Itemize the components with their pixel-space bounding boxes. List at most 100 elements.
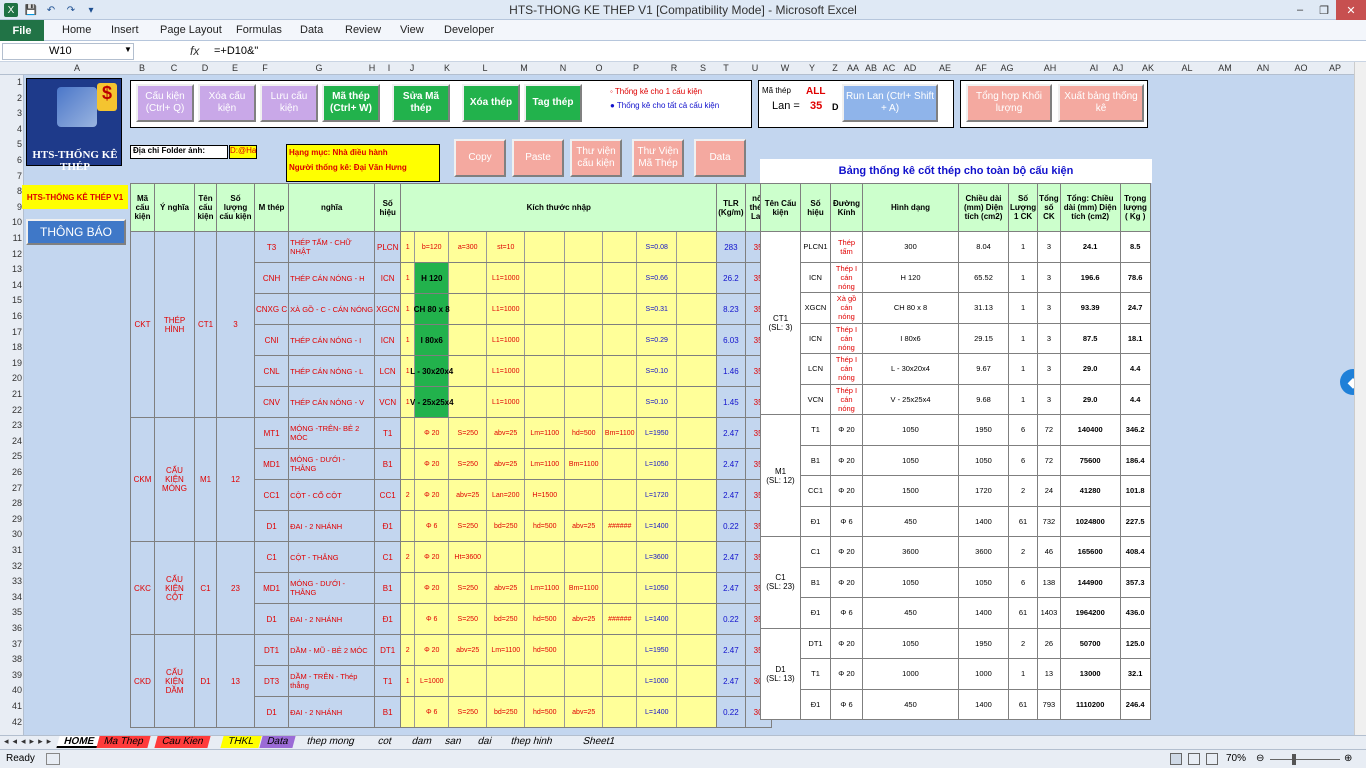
dimension-cell[interactable]: L=3600 [637,542,678,572]
dimension-cell[interactable] [603,263,638,293]
dimension-cell[interactable]: S=250 [449,418,488,448]
column-header[interactable]: D [194,63,216,73]
dimension-cell[interactable]: L1=1000 [487,387,526,417]
dimension-cell[interactable] [449,387,488,417]
column-header[interactable]: AH [1020,63,1080,73]
dimension-cell[interactable] [603,480,638,510]
dimension-cell[interactable]: L1=1000 [487,325,526,355]
dimension-cell[interactable]: I 80x6 [415,325,450,355]
dimension-cell[interactable]: L1=1000 [487,263,526,293]
top-button-6[interactable]: Xóa thép [462,84,520,122]
dimension-cell[interactable]: a=300 [449,232,488,262]
dimension-cell[interactable]: Lm=1100 [525,418,566,448]
row-header[interactable]: 28 [0,498,22,508]
dimension-cell[interactable] [449,356,488,386]
worksheet-area[interactable]: $ HTS-THỐNG KÊ THÉP HTS-THỐNG KÊ THÉP V1… [22,75,1366,735]
group-meaning[interactable]: CẤU KIỆN MÓNG [154,417,195,542]
steel-number[interactable]: XGCN [374,293,402,325]
lan-value[interactable]: 35 [810,100,822,112]
dimension-cell[interactable]: S=0.08 [637,232,678,262]
steel-number[interactable]: DT1 [374,634,402,666]
dimension-cell[interactable]: Bm=1100 [565,449,604,479]
dimension-cell[interactable]: L=1400 [637,697,678,727]
row-header[interactable]: 30 [0,529,22,539]
sheet-tab-data[interactable]: Data [259,736,296,748]
dimension-cell[interactable]: S=0.10 [637,356,678,386]
dimension-cell[interactable] [449,325,488,355]
row-header[interactable]: 6 [0,155,22,165]
column-header[interactable]: H [362,63,382,73]
sheet-tab-thep-hinh[interactable]: thep hinh [503,736,560,748]
steel-number[interactable]: B1 [374,572,402,604]
dimension-cell[interactable] [525,356,566,386]
group-qty[interactable]: 12 [216,417,255,542]
column-header[interactable]: Z [826,63,844,73]
row-header[interactable]: 22 [0,405,22,415]
steel-code[interactable]: CNH [253,262,290,294]
dimension-cell[interactable] [603,573,638,603]
radio-option-all[interactable]: ● Thống kê cho tất cả cấu kiện [610,101,719,110]
dimension-cell[interactable]: b=120 [415,232,450,262]
dimension-cell[interactable]: abv=25 [565,604,604,634]
dimension-cell[interactable] [402,511,416,541]
top-button-1[interactable]: Cấu kiện (Ctrl+ Q) [136,84,194,122]
mid-button-5[interactable]: Data [694,139,746,177]
column-header[interactable]: F [254,63,276,73]
steel-code[interactable]: C1 [253,541,290,573]
dimension-cell[interactable]: Φ 20 [415,635,450,665]
steel-number[interactable]: ICN [374,324,402,356]
column-header[interactable]: K [428,63,466,73]
row-header[interactable]: 17 [0,327,22,337]
column-header[interactable]: AE [922,63,968,73]
dimension-cell[interactable] [525,387,566,417]
steel-code[interactable]: DT1 [253,634,290,666]
dimension-cell[interactable]: abv=25 [487,449,526,479]
steel-code[interactable]: CNXG C [253,293,290,325]
dimension-cell[interactable]: 1 [402,325,416,355]
column-header[interactable]: B [130,63,154,73]
dimension-cell[interactable]: L=1050 [637,449,678,479]
radio-option-single[interactable]: ◦ Thống kê cho 1 cấu kiện [610,87,702,96]
row-header[interactable]: 3 [0,108,22,118]
row-header[interactable]: 33 [0,576,22,586]
zoom-slider-handle[interactable] [1292,754,1296,765]
top-button-2[interactable]: Xóa cấu kiện [198,84,256,122]
row-header[interactable]: 32 [0,561,22,571]
dimension-cell[interactable] [449,666,488,696]
dimension-cell[interactable] [402,604,416,634]
dimension-cell[interactable]: abv=25 [487,418,526,448]
ribbon-tab-home[interactable]: Home [62,24,91,36]
dimension-cell[interactable] [565,666,604,696]
dimension-cell[interactable]: 2 [402,480,416,510]
tong-hop-khoi-luong-button[interactable]: Tổng hợp Khối lượng [966,84,1052,122]
dimension-cell[interactable]: S=0.10 [637,387,678,417]
dimension-cell[interactable]: S=250 [449,604,488,634]
row-header[interactable]: 19 [0,358,22,368]
column-header[interactable]: AN [1244,63,1282,73]
macro-record-icon[interactable] [46,753,60,765]
steel-number[interactable]: PLCN [374,231,402,263]
folder-input[interactable]: D:@Ha [229,145,257,159]
dimension-cell[interactable]: Φ 20 [415,480,450,510]
zoom-level[interactable]: 70% [1226,753,1246,764]
dimension-cell[interactable] [402,418,416,448]
row-header[interactable]: 23 [0,420,22,430]
steel-code[interactable]: T3 [253,231,290,263]
steel-code[interactable]: D1 [253,603,290,635]
steel-code[interactable]: CNI [253,324,290,356]
sheet-tab-dai[interactable]: dai [470,736,499,748]
row-header[interactable]: 27 [0,483,22,493]
dimension-cell[interactable]: 1 [402,666,416,696]
steel-code[interactable]: MD1 [253,448,290,480]
dimension-cell[interactable] [525,232,566,262]
dimension-cell[interactable] [603,542,638,572]
sheet-tab-cot[interactable]: cot [370,736,400,748]
row-header[interactable]: 29 [0,514,22,524]
zoom-slider[interactable] [1270,759,1340,760]
dimension-cell[interactable] [603,666,638,696]
steel-number[interactable]: VCN [374,386,402,418]
dimension-cell[interactable]: Bm=1100 [565,573,604,603]
dimension-cell[interactable] [603,635,638,665]
group-meaning[interactable]: CẤU KIỆN CỘT [154,541,195,635]
dimension-cell[interactable]: L=1950 [637,418,678,448]
